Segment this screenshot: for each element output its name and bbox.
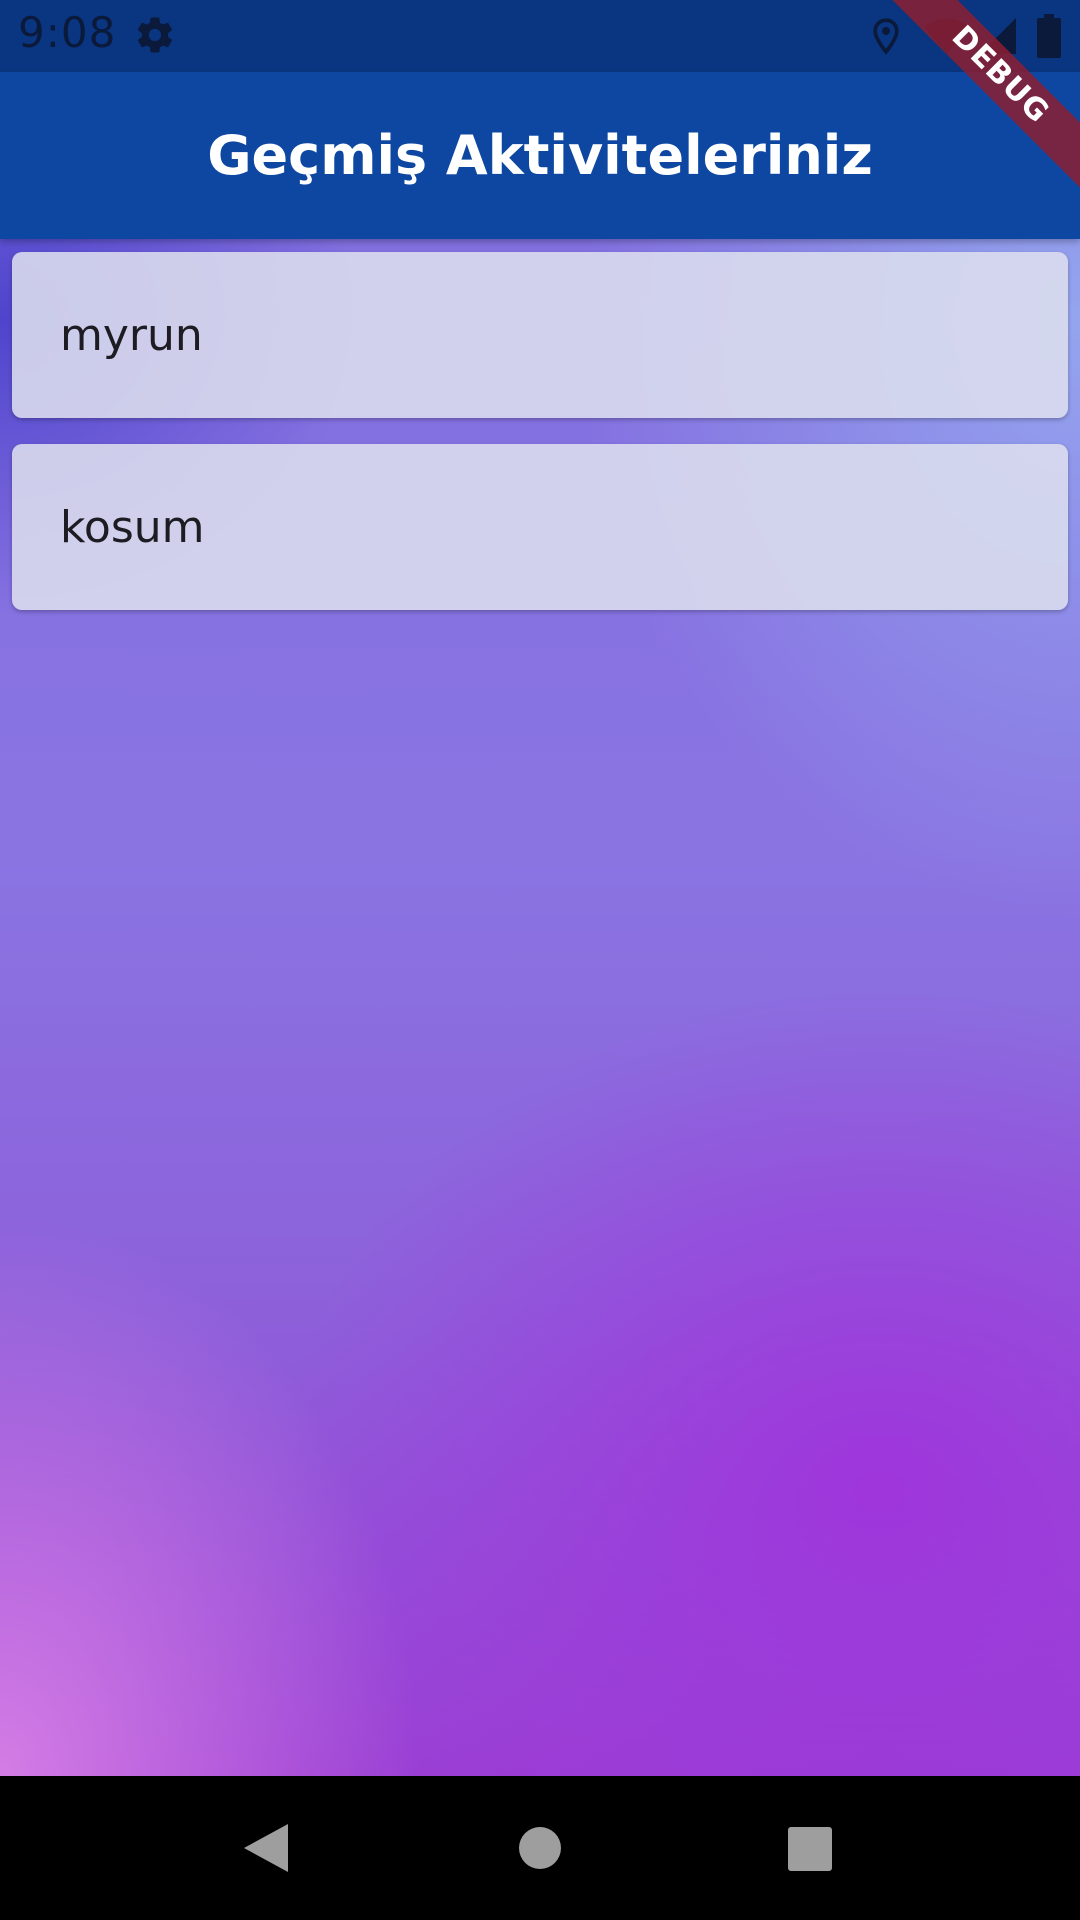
back-triangle-icon	[244, 1824, 288, 1872]
location-pin-icon	[866, 14, 906, 62]
activity-label: myrun	[60, 309, 203, 361]
page-title: Geçmiş Aktiviteleriniz	[207, 124, 873, 187]
recents-square-icon	[788, 1827, 832, 1871]
activity-card-kosum[interactable]: kosum	[12, 444, 1068, 610]
app-bar: Geçmiş Aktiviteleriniz	[0, 72, 1080, 239]
phone-screen: 9:08 Geçmiş Aktiviteleriniz myrun kosum …	[0, 0, 1080, 1920]
system-nav-bar	[0, 1776, 1080, 1920]
status-bar: 9:08	[0, 0, 1080, 72]
home-button[interactable]	[518, 1826, 562, 1874]
activity-label: kosum	[60, 501, 205, 553]
wifi-icon	[922, 16, 972, 60]
activity-list: myrun kosum	[12, 252, 1068, 636]
status-time: 9:08	[18, 8, 117, 57]
activity-card-myrun[interactable]: myrun	[12, 252, 1068, 418]
home-circle-icon	[519, 1827, 561, 1869]
battery-icon	[1036, 14, 1062, 62]
recents-button[interactable]	[787, 1826, 833, 1876]
cell-signal-icon	[978, 16, 1018, 60]
settings-gear-icon	[134, 14, 176, 60]
back-button[interactable]	[242, 1822, 290, 1878]
activity-list-background: myrun kosum	[0, 239, 1080, 1776]
